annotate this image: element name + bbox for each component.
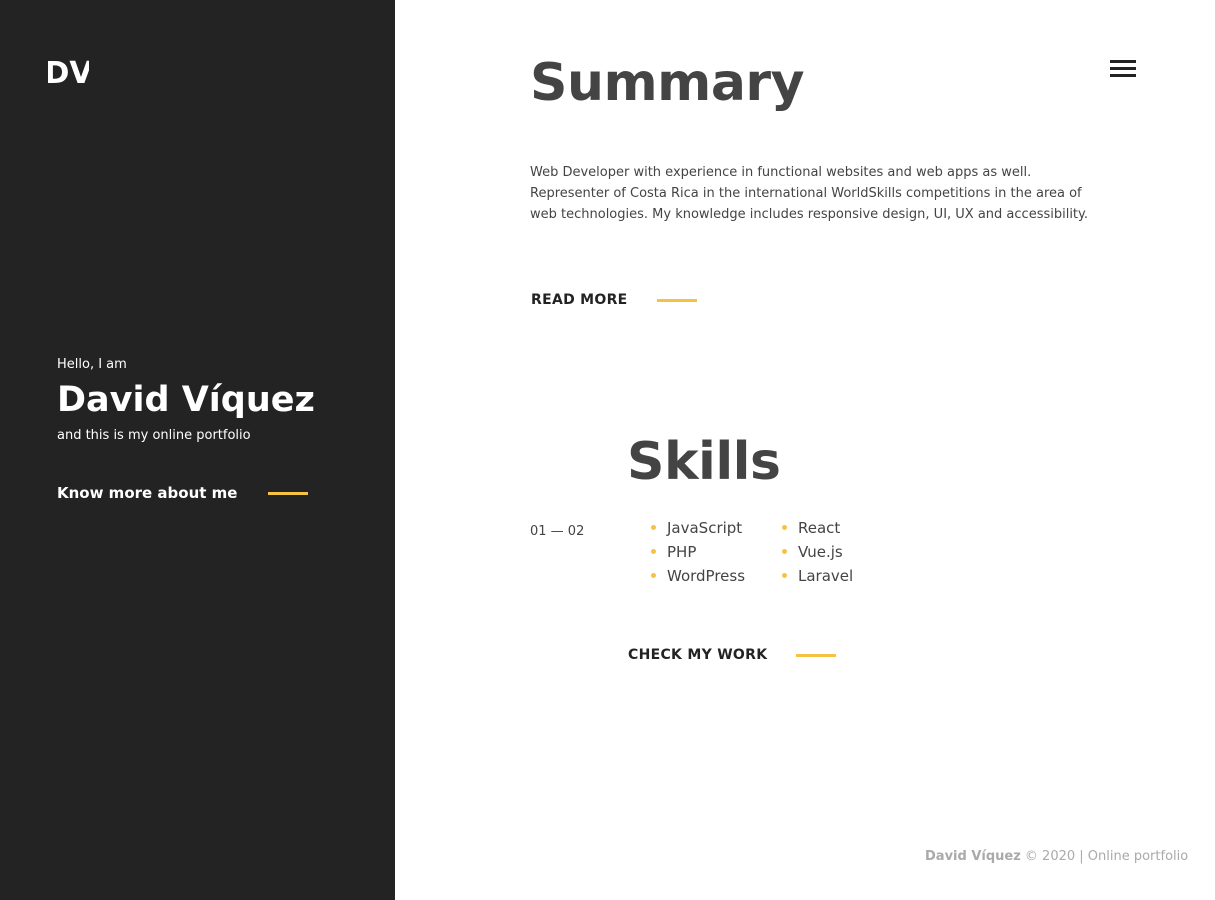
read-more-label: READ MORE xyxy=(531,292,628,308)
accent-line xyxy=(268,491,309,495)
slide-counter: 01 — 02 xyxy=(530,524,585,539)
read-more-link[interactable]: READ MORE xyxy=(531,292,697,308)
check-work-label: CHECK MY WORK xyxy=(628,647,768,663)
footer-copyright: © 2020 | Online portfolio xyxy=(1020,849,1189,864)
greeting: Hello, I am xyxy=(57,357,127,372)
summary-title: Summary xyxy=(530,53,804,113)
skills-title: Skills xyxy=(627,432,781,492)
skill-item: React xyxy=(782,516,853,540)
intro-block: Hello, I am David Víquez and this is my … xyxy=(57,356,315,445)
skill-item: Laravel xyxy=(782,564,853,588)
skill-item: JavaScript xyxy=(651,516,745,540)
accent-line xyxy=(796,653,837,657)
tagline: and this is my online portfolio xyxy=(57,428,251,443)
svg-text:DV: DV xyxy=(48,57,89,85)
skill-item: PHP xyxy=(651,540,745,564)
skill-item: WordPress xyxy=(651,564,745,588)
skill-item: Vue.js xyxy=(782,540,853,564)
know-more-link[interactable]: Know more about me xyxy=(57,484,309,502)
skills-list-2: React Vue.js Laravel xyxy=(782,516,853,588)
check-my-work-link[interactable]: CHECK MY WORK xyxy=(628,647,837,663)
summary-text: Web Developer with experience in functio… xyxy=(530,165,1089,222)
accent-line xyxy=(656,298,697,302)
footer-name: David Víquez xyxy=(925,849,1021,864)
skills-list-1: JavaScript PHP WordPress xyxy=(651,516,745,588)
owner-name: David Víquez xyxy=(57,380,315,420)
sidebar: DV Hello, I am David Víquez and this is … xyxy=(0,0,395,900)
hamburger-menu-icon[interactable] xyxy=(1110,60,1137,82)
footer: David Víquez © 2020 | Online portfolio xyxy=(925,849,1188,864)
dv-logo[interactable]: DV xyxy=(48,57,89,85)
know-more-label: Know more about me xyxy=(57,484,238,502)
